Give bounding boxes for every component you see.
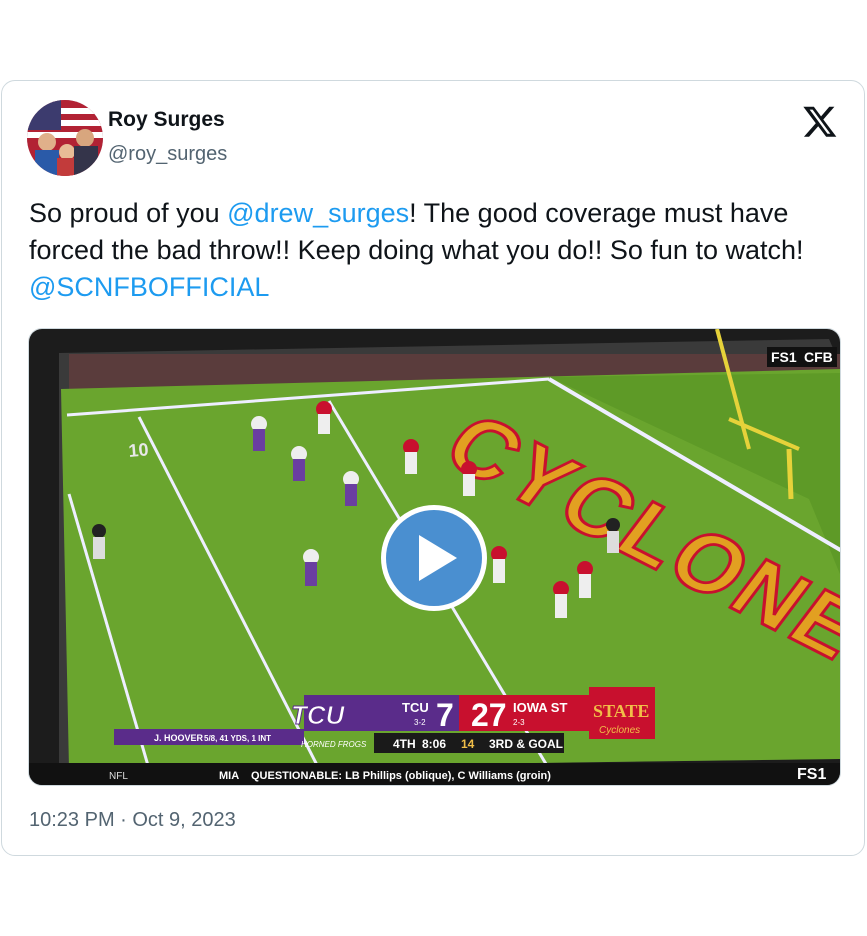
video-player[interactable]: CYCLONES 10 FS1 CFB J. HOOVER 5/8, 41 YD…	[28, 328, 841, 786]
author-name[interactable]: Roy Surges	[108, 108, 225, 132]
team1-score: 7	[436, 697, 454, 733]
team2-logo: STATE	[593, 701, 649, 721]
network-top: FS1	[771, 349, 797, 365]
x-logo-icon[interactable]	[802, 103, 838, 139]
timestamp[interactable]: 10:23 PM · Oct 9, 2023	[29, 809, 236, 832]
yard-marker: 10	[128, 439, 150, 461]
quarter: 4TH	[393, 737, 416, 751]
tweet-text: So proud of you @drew_surges! The good c…	[29, 195, 844, 306]
network-top-sub: CFB	[804, 349, 833, 365]
game-clock: 8:06	[422, 737, 446, 751]
team1-logo: TCU	[291, 700, 346, 730]
team2-score: 27	[471, 697, 507, 733]
team1-logo-sub: HORNED FROGS	[301, 740, 367, 749]
team2-logo-sub: Cyclones	[599, 725, 640, 736]
mention-link[interactable]: @SCNFBOFFICIAL	[29, 272, 269, 302]
team1-record: 3-2	[414, 718, 426, 727]
team2-record: 2-3	[513, 718, 525, 727]
team2-abbr: IOWA ST	[513, 700, 567, 715]
player-stat-line: 5/8, 41 YDS, 1 INT	[204, 734, 271, 743]
ticker-text: MIA QUESTIONABLE: LB Phillips (oblique),…	[219, 770, 551, 782]
avatar[interactable]	[27, 100, 103, 176]
mention-link[interactable]: @drew_surges	[227, 198, 409, 228]
player-stat-name: J. HOOVER	[154, 733, 204, 743]
network-bottom: FS1	[797, 766, 826, 783]
tweet-text-part: So proud of you	[29, 198, 228, 228]
play-icon[interactable]	[381, 505, 487, 611]
author-handle[interactable]: @roy_surges	[108, 143, 227, 166]
play-clock: 14	[461, 737, 475, 751]
team1-abbr: TCU	[402, 700, 429, 715]
ticker-left: NFL	[109, 771, 128, 782]
tweet-card[interactable]: Roy Surges @roy_surges So proud of you @…	[1, 80, 865, 856]
down-distance: 3RD & GOAL	[489, 737, 563, 751]
